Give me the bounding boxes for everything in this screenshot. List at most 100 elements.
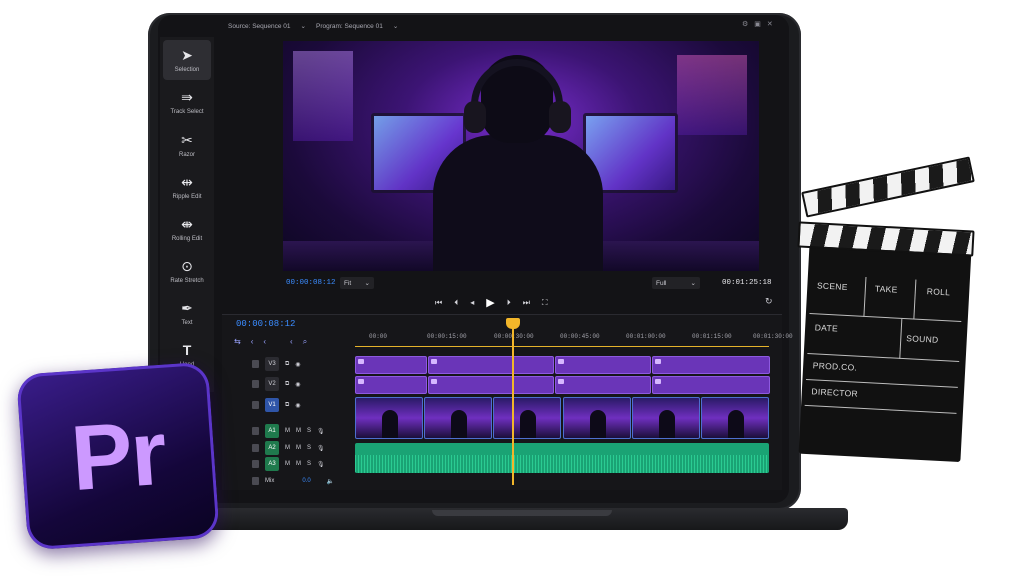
video-clip[interactable] <box>355 356 427 374</box>
maximize-icon[interactable]: ▣ <box>754 20 761 28</box>
playhead-timecode[interactable]: 00:00:08:12 <box>286 279 336 287</box>
frame-back-icon[interactable]: ◂ <box>470 298 474 307</box>
microphone-icon[interactable]: 🎙 <box>317 445 325 452</box>
track-label[interactable]: A3 <box>265 457 279 471</box>
mark-in-icon[interactable]: ⏮ <box>435 298 442 308</box>
ruler-tick: 00:01:30:00 <box>753 333 793 340</box>
track-label[interactable]: V3 <box>265 357 279 371</box>
playhead-line[interactable] <box>512 320 514 485</box>
tool-rolling-edit[interactable]: ⇼ Rolling Edit <box>163 209 211 249</box>
video-clip[interactable] <box>555 376 651 394</box>
search-icon[interactable]: ⌕ <box>303 337 307 347</box>
thumbnail-figure <box>659 410 675 438</box>
loop-icon[interactable]: ↻ <box>765 296 773 307</box>
step-back-icon[interactable]: ⏴ <box>454 298 458 308</box>
tool-rate-stretch[interactable]: ⊙ Rate Stretch <box>163 251 211 291</box>
eye-icon[interactable]: ◉ <box>295 402 300 409</box>
tool-pen[interactable]: ✒ Text <box>163 293 211 333</box>
snap-icon[interactable]: ⇆ <box>234 337 241 347</box>
track-label[interactable]: V2 <box>265 377 279 391</box>
mute-button[interactable]: M <box>296 428 301 434</box>
time-ruler[interactable]: 00:00 00:00:15:00 00:00:30:00 00:00:45:0… <box>355 330 793 348</box>
mix-value[interactable]: 0.0 <box>302 478 310 484</box>
track-label[interactable]: A2 <box>265 441 279 455</box>
sync-lock-icon[interactable]: ⧉ <box>285 381 289 388</box>
clapperboard-illustration: SCENE TAKE ROLL DATE SOUND PROD.CO. DIRE… <box>790 156 990 480</box>
ruler-tick: 00:00:45:00 <box>560 333 600 340</box>
tool-track-select[interactable]: ⇛ Track Select <box>163 82 211 122</box>
lock-icon[interactable] <box>252 460 259 468</box>
chevron-left-icon[interactable]: ‹ <box>251 337 254 347</box>
video-clip[interactable] <box>428 376 554 394</box>
track-header-v2: V2 ⧉ ◉ <box>252 375 350 393</box>
transport-controls: ⏮ ⏴ ◂ ▶ ⏵ ⏭ ⛶ <box>435 296 548 309</box>
thumbnail-figure <box>451 410 467 438</box>
chevron-down-icon[interactable]: ⌄ <box>301 22 306 30</box>
timeline-timecode[interactable]: 00:00:08:12 <box>236 319 295 329</box>
tab-source[interactable]: Source: Sequence 01 <box>228 23 291 30</box>
play-icon[interactable]: ▶ <box>486 296 494 309</box>
lock-icon[interactable] <box>252 427 259 435</box>
work-area-bar[interactable] <box>355 346 769 347</box>
mute-button[interactable]: M <box>296 445 301 451</box>
eye-icon[interactable]: ◉ <box>295 361 300 368</box>
video-clip-thumbnail[interactable] <box>701 397 769 439</box>
mute-button[interactable]: M <box>285 461 290 467</box>
chevron-left-icon[interactable]: ‹ <box>263 337 266 347</box>
lock-icon[interactable] <box>252 444 259 452</box>
microphone-icon[interactable]: 🎙 <box>317 428 325 435</box>
clap-field: DIRECTOR <box>811 386 859 399</box>
track-label[interactable]: A1 <box>265 424 279 438</box>
clap-divider <box>899 318 903 359</box>
tool-selection[interactable]: ➤ Selection <box>163 40 211 80</box>
speaker-icon[interactable]: 🔈 <box>327 478 334 485</box>
window-controls: ⚙ ▣ ✕ <box>742 20 773 28</box>
zoom-fit-select[interactable]: Fit ⌄ <box>340 277 374 289</box>
tool-razor[interactable]: ✂ Razor <box>163 125 211 165</box>
program-monitor-video[interactable] <box>283 41 759 271</box>
lock-icon[interactable] <box>252 477 259 485</box>
video-clip[interactable] <box>355 376 427 394</box>
video-clip-thumbnail[interactable] <box>355 397 423 439</box>
mute-button[interactable]: M <box>285 428 290 434</box>
mute-button[interactable]: M <box>296 461 301 467</box>
step-forward-icon[interactable]: ⏵ <box>507 298 511 308</box>
video-clip[interactable] <box>652 376 770 394</box>
tool-ripple-edit[interactable]: ⇹ Ripple Edit <box>163 167 211 207</box>
lock-icon[interactable] <box>252 360 259 368</box>
tools-panel: ➤ Selection ⇛ Track Select ✂ Razor ⇹ Rip… <box>160 37 214 392</box>
mute-button[interactable]: M <box>285 445 290 451</box>
close-icon[interactable]: ✕ <box>767 20 773 28</box>
chevron-left-icon[interactable]: ‹ <box>290 337 293 347</box>
video-clip-thumbnail[interactable] <box>632 397 700 439</box>
mark-out-icon[interactable]: ⏭ <box>523 298 530 308</box>
ruler-tick: 00:00:15:00 <box>427 333 467 340</box>
export-frame-icon[interactable]: ⛶ <box>542 298 548 308</box>
tab-program[interactable]: Program: Sequence 01 <box>316 23 383 30</box>
sync-lock-icon[interactable]: ⧉ <box>285 402 289 409</box>
premiere-pro-logo: Pr <box>16 361 220 551</box>
lock-icon[interactable] <box>252 401 259 409</box>
lock-icon[interactable] <box>252 380 259 388</box>
video-clip[interactable] <box>428 356 554 374</box>
solo-button[interactable]: S <box>307 445 311 451</box>
video-clip-thumbnail[interactable] <box>563 397 631 439</box>
playback-resolution-select[interactable]: Full ⌄ <box>652 277 700 289</box>
track-label[interactable]: V1 <box>265 398 279 412</box>
video-clip-thumbnail[interactable] <box>424 397 492 439</box>
chevron-down-icon[interactable]: ⌄ <box>393 22 398 30</box>
solo-button[interactable]: S <box>307 428 311 434</box>
video-clip[interactable] <box>652 356 770 374</box>
clap-field: TAKE <box>874 283 898 295</box>
tool-label: Ripple Edit <box>172 194 202 200</box>
pen-icon: ✒ <box>181 300 193 316</box>
eye-icon[interactable]: ◉ <box>295 381 300 388</box>
microphone-icon[interactable]: 🎙 <box>317 461 325 468</box>
clap-field: SOUND <box>906 333 939 345</box>
audio-clip[interactable] <box>355 443 769 473</box>
settings-icon[interactable]: ⚙ <box>742 20 748 28</box>
video-clip-thumbnail[interactable] <box>493 397 561 439</box>
sync-lock-icon[interactable]: ⧉ <box>285 361 289 368</box>
video-clip[interactable] <box>555 356 651 374</box>
solo-button[interactable]: S <box>307 461 311 467</box>
